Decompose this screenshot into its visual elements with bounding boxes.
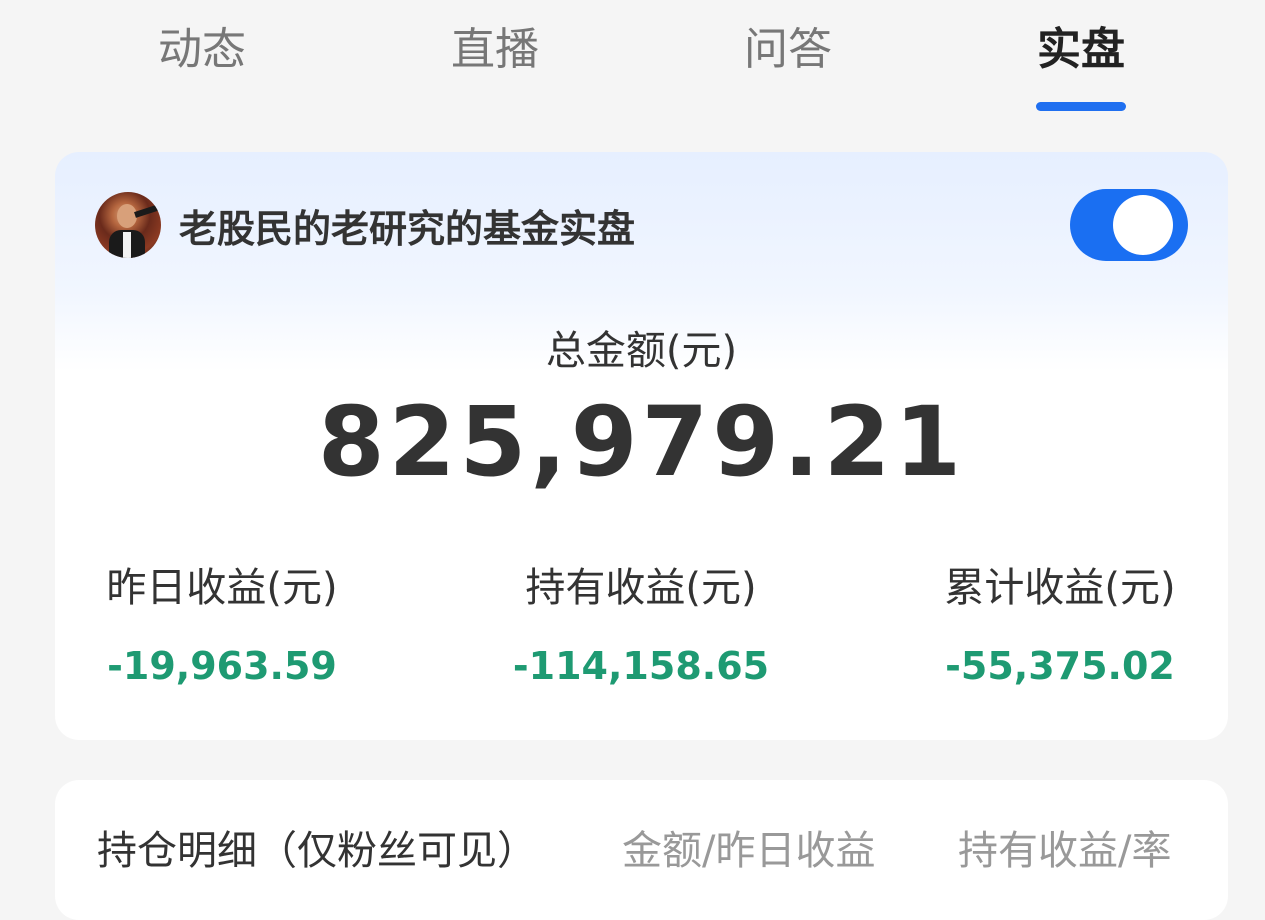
stat-holding-value: -114,158.65 xyxy=(512,644,770,688)
tab-real-portfolio[interactable]: 实盘 xyxy=(981,18,1181,82)
portfolio-title: 老股民的老研究的基金实盘 xyxy=(179,206,636,251)
tab-live[interactable]: 直播 xyxy=(395,18,595,82)
holdings-col-amount[interactable]: 金额/昨日收益 xyxy=(622,818,875,876)
holdings-col-profit[interactable]: 持有收益/率 xyxy=(958,818,1171,876)
avatar-head xyxy=(117,204,137,228)
total-amount-value: 825,979.21 xyxy=(317,386,966,498)
active-tab-indicator xyxy=(1036,102,1126,111)
stat-yesterday-label: 昨日收益(元) xyxy=(106,565,338,611)
tab-qa[interactable]: 问答 xyxy=(688,18,888,82)
toggle-knob xyxy=(1113,195,1173,255)
stat-yesterday: 昨日收益(元) -19,963.59 xyxy=(77,556,367,688)
stat-holding-label: 持有收益(元) xyxy=(525,565,757,611)
portfolio-header: 老股民的老研究的基金实盘 xyxy=(95,190,635,260)
stat-cumulative-label: 累计收益(元) xyxy=(944,565,1176,611)
stat-holding: 持有收益(元) -114,158.65 xyxy=(496,556,786,688)
stat-cumulative-value: -55,375.02 xyxy=(945,644,1175,688)
top-tab-bar: 动态 直播 问答 实盘 xyxy=(0,0,1265,130)
avatar-arm xyxy=(134,204,161,218)
stat-yesterday-value: -19,963.59 xyxy=(107,644,337,688)
avatar[interactable] xyxy=(95,192,161,258)
portfolio-visibility-toggle[interactable] xyxy=(1070,189,1188,261)
holdings-card: 持仓明细（仅粉丝可见） 金额/昨日收益 持有收益/率 xyxy=(55,780,1228,920)
tab-dynamics[interactable]: 动态 xyxy=(102,18,302,82)
stat-cumulative: 累计收益(元) -55,375.02 xyxy=(915,556,1205,688)
portfolio-summary-card: 老股民的老研究的基金实盘 总金额(元) 825,979.21 昨日收益(元) -… xyxy=(55,152,1228,740)
avatar-shirt xyxy=(123,232,131,258)
total-amount-label: 总金额(元) xyxy=(545,328,738,374)
holdings-title: 持仓明细（仅粉丝可见） xyxy=(97,828,537,874)
